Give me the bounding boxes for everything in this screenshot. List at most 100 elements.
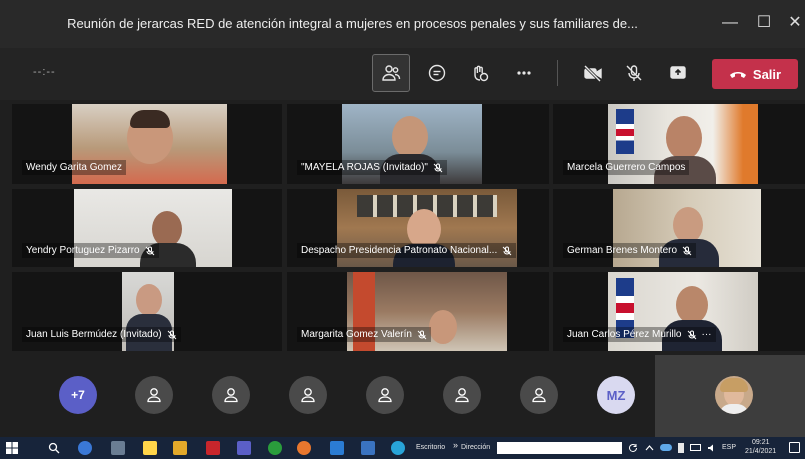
word-icon[interactable] xyxy=(361,441,375,455)
more-options-button[interactable] xyxy=(505,54,543,92)
share-icon xyxy=(670,66,686,79)
teams-icon[interactable] xyxy=(237,441,251,455)
office-icon[interactable] xyxy=(206,441,220,455)
tray-chevron-icon[interactable] xyxy=(645,444,654,451)
chrome-icon[interactable] xyxy=(268,441,282,455)
participant-tile[interactable]: Despacho Presidencia Patronato Nacional.… xyxy=(287,189,549,267)
chat-icon xyxy=(428,64,446,82)
participant-tile[interactable]: Marcela Guerrero Campos xyxy=(553,104,805,184)
more-icon xyxy=(517,71,531,75)
participant-name-tag: Juan Carlos Pérez Murillo ··· xyxy=(563,327,716,342)
participant-name-tag: Despacho Presidencia Patronato Nacional.… xyxy=(297,243,517,258)
participant-tile[interactable]: German Brenes Montero xyxy=(553,189,805,267)
usb-icon[interactable] xyxy=(678,443,684,453)
participant-tile[interactable]: Margarita Gomez Valerín xyxy=(287,272,549,351)
participant-avatar[interactable] xyxy=(443,376,481,414)
toolbar-divider xyxy=(557,60,558,86)
mic-off-icon xyxy=(626,65,642,81)
skype-icon[interactable] xyxy=(391,441,405,455)
sticky-notes-icon[interactable] xyxy=(143,441,157,455)
participant-name: Yendry Portuguez Pizarro xyxy=(26,245,140,256)
reactions-icon xyxy=(474,65,489,82)
self-view-tile[interactable] xyxy=(655,355,805,437)
app-icon[interactable] xyxy=(111,441,125,455)
participant-face xyxy=(152,211,182,247)
reactions-button[interactable] xyxy=(461,54,499,92)
battery-icon[interactable] xyxy=(690,444,701,451)
language-indicator[interactable]: ESP xyxy=(722,444,736,451)
participant-tile[interactable]: Juan Carlos Pérez Murillo ··· xyxy=(553,272,805,351)
person-icon xyxy=(455,388,469,403)
clock-date[interactable]: 21/4/2021 xyxy=(745,448,776,455)
participant-face xyxy=(136,284,162,316)
participant-tile[interactable]: Yendry Portuguez Pizarro xyxy=(12,189,282,267)
refresh-icon[interactable] xyxy=(628,443,638,453)
self-avatar xyxy=(715,376,753,414)
speaker-icon[interactable] xyxy=(707,443,717,453)
participant-face xyxy=(392,116,428,158)
close-button[interactable]: ✕ xyxy=(782,10,805,36)
meeting-timer: --:-- xyxy=(33,66,56,78)
participant-initials-avatar[interactable]: MZ xyxy=(597,376,635,414)
title-bar: Reunión de jerarcas RED de atención inte… xyxy=(0,0,805,48)
onedrive-icon[interactable] xyxy=(660,444,672,451)
participant-name-tag: Marcela Guerrero Campos xyxy=(563,160,690,175)
participant-avatar[interactable] xyxy=(135,376,173,414)
address-label: Dirección xyxy=(461,444,491,451)
participant-name-tag: German Brenes Montero xyxy=(563,243,697,258)
firefox-icon[interactable] xyxy=(297,441,311,455)
notifications-icon[interactable] xyxy=(789,442,800,453)
muted-mic-icon xyxy=(682,246,692,255)
participant-hair xyxy=(130,110,170,128)
edge-browser-icon[interactable] xyxy=(78,441,92,455)
person-icon xyxy=(224,388,238,403)
participant-tile[interactable]: Juan Luis Bermúdez (Invitado) xyxy=(12,272,282,351)
toolbar-chevron[interactable]: » xyxy=(453,440,458,450)
participant-avatar[interactable] xyxy=(212,376,250,414)
participants-button[interactable] xyxy=(372,54,410,92)
participant-name-tag: "MAYELA ROJAS (Invitado)" xyxy=(297,160,447,175)
muted-mic-icon xyxy=(417,330,427,339)
search-icon[interactable] xyxy=(48,442,60,454)
outlook-icon[interactable] xyxy=(330,441,344,455)
participant-avatar-bar: +7 MZ xyxy=(0,355,805,437)
windows-taskbar: Escritorio » Dirección ESP 09:21 21/4/20… xyxy=(0,437,805,459)
leave-label: Salir xyxy=(752,66,782,82)
chat-button[interactable] xyxy=(418,54,456,92)
camera-toggle-button[interactable] xyxy=(574,54,612,92)
flag-decoration xyxy=(616,109,634,154)
participant-avatar[interactable] xyxy=(289,376,327,414)
participant-name: Juan Luis Bermúdez (Invitado) xyxy=(26,329,162,340)
participant-name: German Brenes Montero xyxy=(567,245,678,256)
clock-time[interactable]: 09:21 xyxy=(752,439,770,446)
person-icon xyxy=(378,388,392,403)
hang-up-icon xyxy=(729,72,746,78)
participant-avatar[interactable] xyxy=(366,376,404,414)
more-participants-button[interactable]: +7 xyxy=(59,376,97,414)
participant-name-tag: Wendy Garita Gomez xyxy=(22,160,126,175)
participant-face xyxy=(673,207,703,243)
leave-button[interactable]: Salir xyxy=(712,59,798,89)
participant-name: Despacho Presidencia Patronato Nacional.… xyxy=(301,245,498,256)
mic-toggle-button[interactable] xyxy=(615,54,653,92)
participant-face xyxy=(666,116,702,160)
share-screen-button[interactable] xyxy=(659,54,697,92)
maximize-button[interactable]: ☐ xyxy=(751,10,777,36)
file-explorer-icon[interactable] xyxy=(173,441,187,455)
address-input[interactable] xyxy=(497,442,622,454)
participant-name-tag: Margarita Gomez Valerín xyxy=(297,327,431,342)
participant-name: Margarita Gomez Valerín xyxy=(301,329,412,340)
muted-mic-icon xyxy=(433,163,443,172)
participant-tile[interactable]: Wendy Garita Gomez xyxy=(12,104,282,184)
participant-tile[interactable]: "MAYELA ROJAS (Invitado)" xyxy=(287,104,549,184)
participant-face xyxy=(676,286,708,324)
muted-mic-icon xyxy=(145,246,154,255)
participant-more-options[interactable]: ··· xyxy=(702,329,712,340)
participant-avatar[interactable] xyxy=(520,376,558,414)
desktop-toolbar-label[interactable]: Escritorio xyxy=(416,444,445,451)
meeting-toolbar: --:-- Salir xyxy=(0,48,805,100)
meeting-title: Reunión de jerarcas RED de atención inte… xyxy=(67,16,638,31)
video-grid: Wendy Garita Gomez "MAYELA ROJAS (Invita… xyxy=(12,104,805,351)
windows-start-icon[interactable] xyxy=(6,442,18,454)
minimize-button[interactable]: — xyxy=(717,10,743,36)
